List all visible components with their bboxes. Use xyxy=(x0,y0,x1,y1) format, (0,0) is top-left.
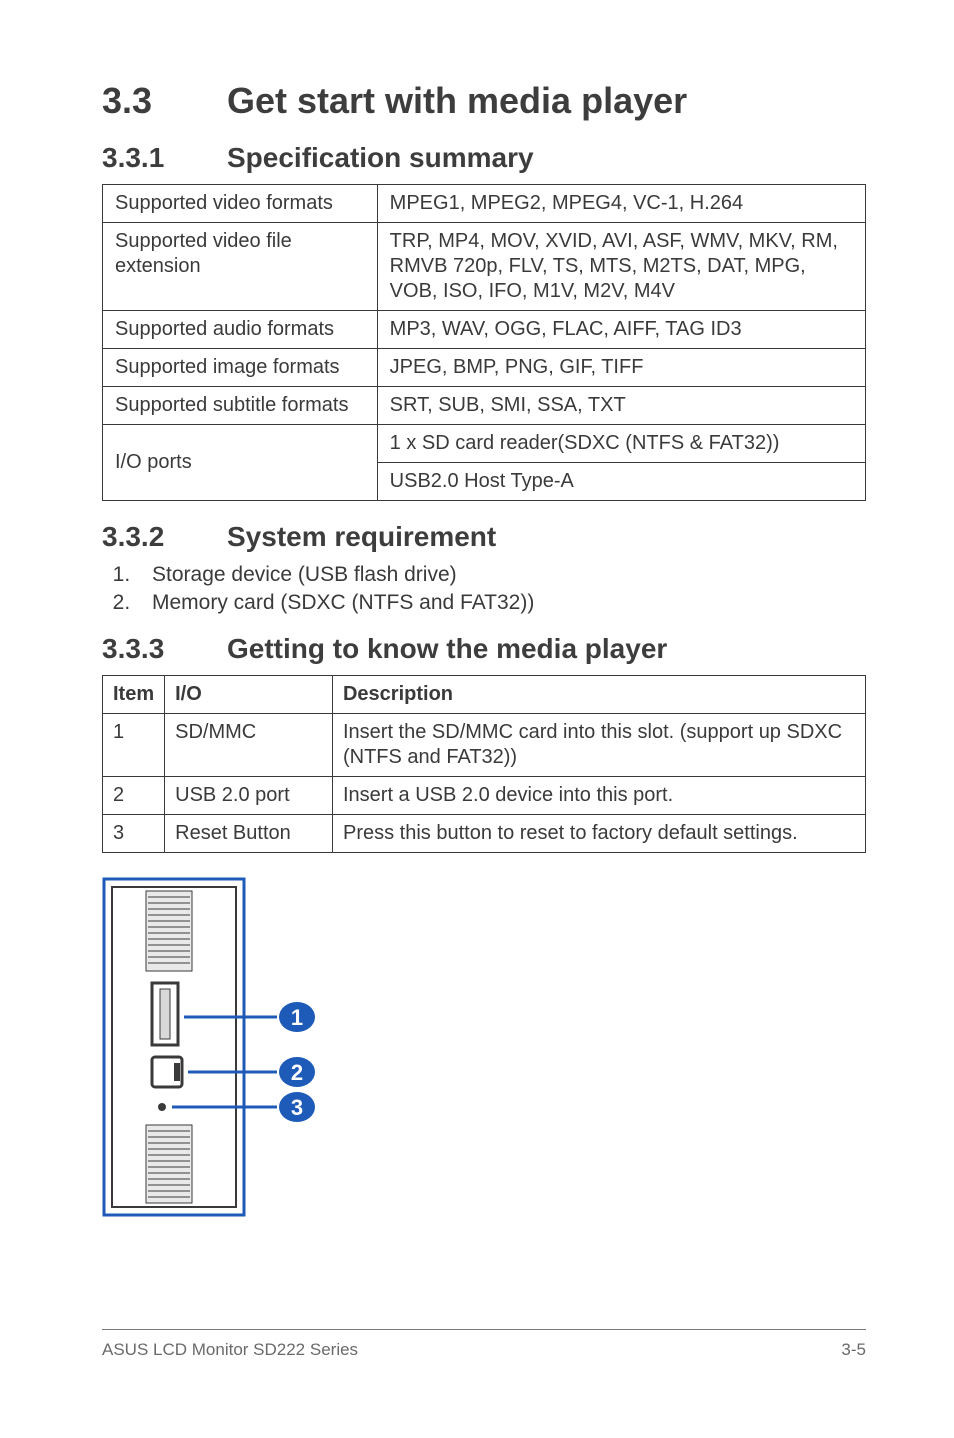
table-header-row: Item I/O Description xyxy=(103,676,866,714)
io-desc: Insert a USB 2.0 device into this port. xyxy=(332,777,865,815)
diagram-svg: 1 2 3 xyxy=(102,877,362,1217)
table-row: 3 Reset Button Press this button to rese… xyxy=(103,815,866,853)
footer-left: ASUS LCD Monitor SD222 Series xyxy=(102,1340,358,1360)
spec-value: SRT, SUB, SMI, SSA, TXT xyxy=(377,387,865,425)
section-heading: 3.3Get start with media player xyxy=(102,80,866,122)
sub-heading-3: 3.3.3Getting to know the media player xyxy=(102,633,866,665)
spec-label: Supported subtitle formats xyxy=(103,387,378,425)
spec-value: TRP, MP4, MOV, XVID, AVI, ASF, WMV, MKV,… xyxy=(377,223,865,311)
io-name: Reset Button xyxy=(165,815,333,853)
io-desc: Insert the SD/MMC card into this slot. (… xyxy=(332,714,865,777)
requirement-list: Storage device (USB flash drive) Memory … xyxy=(102,563,866,615)
spec-value: MPEG1, MPEG2, MPEG4, VC-1, H.264 xyxy=(377,185,865,223)
io-item: 1 xyxy=(103,714,165,777)
sub1-title: Specification summary xyxy=(227,142,534,173)
callout-2-label: 2 xyxy=(291,1060,303,1085)
list-item: Memory card (SDXC (NTFS and FAT32)) xyxy=(136,591,866,615)
sub2-title: System requirement xyxy=(227,521,496,552)
spec-value: 1 x SD card reader(SDXC (NTFS & FAT32)) xyxy=(377,425,865,463)
table-row: Supported subtitle formats SRT, SUB, SMI… xyxy=(103,387,866,425)
footer-right: 3-5 xyxy=(841,1340,866,1360)
callout-1-label: 1 xyxy=(291,1005,303,1030)
spec-value: JPEG, BMP, PNG, GIF, TIFF xyxy=(377,349,865,387)
table-row: Supported video formats MPEG1, MPEG2, MP… xyxy=(103,185,866,223)
callout-1-icon: 1 xyxy=(279,1002,315,1032)
page-footer: ASUS LCD Monitor SD222 Series 3-5 xyxy=(102,1329,866,1360)
sub-heading-1: 3.3.1Specification summary xyxy=(102,142,866,174)
callout-3-icon: 3 xyxy=(279,1092,315,1122)
spec-label: Supported video file extension xyxy=(103,223,378,311)
io-desc: Press this button to reset to factory de… xyxy=(332,815,865,853)
table-row: Supported video file extension TRP, MP4,… xyxy=(103,223,866,311)
table-row: Supported image formats JPEG, BMP, PNG, … xyxy=(103,349,866,387)
io-header-desc: Description xyxy=(332,676,865,714)
sub-heading-2: 3.3.2System requirement xyxy=(102,521,866,553)
spec-label: Supported image formats xyxy=(103,349,378,387)
io-item: 3 xyxy=(103,815,165,853)
spec-label: I/O ports xyxy=(103,425,378,501)
io-name: USB 2.0 port xyxy=(165,777,333,815)
section-title: Get start with media player xyxy=(227,80,687,121)
table-row: 2 USB 2.0 port Insert a USB 2.0 device i… xyxy=(103,777,866,815)
port-diagram: 1 2 3 xyxy=(102,877,866,1222)
section-number: 3.3 xyxy=(102,80,227,122)
sub1-number: 3.3.1 xyxy=(102,142,227,174)
io-name: SD/MMC xyxy=(165,714,333,777)
spec-label: Supported video formats xyxy=(103,185,378,223)
io-item: 2 xyxy=(103,777,165,815)
spec-table: Supported video formats MPEG1, MPEG2, MP… xyxy=(102,184,866,501)
callout-2-icon: 2 xyxy=(279,1057,315,1087)
sub3-number: 3.3.3 xyxy=(102,633,227,665)
callout-3-label: 3 xyxy=(291,1095,303,1120)
list-item: Storage device (USB flash drive) xyxy=(136,563,866,587)
io-table: Item I/O Description 1 SD/MMC Insert the… xyxy=(102,675,866,853)
sub2-number: 3.3.2 xyxy=(102,521,227,553)
spec-value: USB2.0 Host Type-A xyxy=(377,463,865,501)
sub3-title: Getting to know the media player xyxy=(227,633,667,664)
spec-value: MP3, WAV, OGG, FLAC, AIFF, TAG ID3 xyxy=(377,311,865,349)
io-header-item: Item xyxy=(103,676,165,714)
table-row: 1 SD/MMC Insert the SD/MMC card into thi… xyxy=(103,714,866,777)
table-row: Supported audio formats MP3, WAV, OGG, F… xyxy=(103,311,866,349)
spec-label: Supported audio formats xyxy=(103,311,378,349)
table-row: I/O ports 1 x SD card reader(SDXC (NTFS … xyxy=(103,425,866,463)
io-header-io: I/O xyxy=(165,676,333,714)
